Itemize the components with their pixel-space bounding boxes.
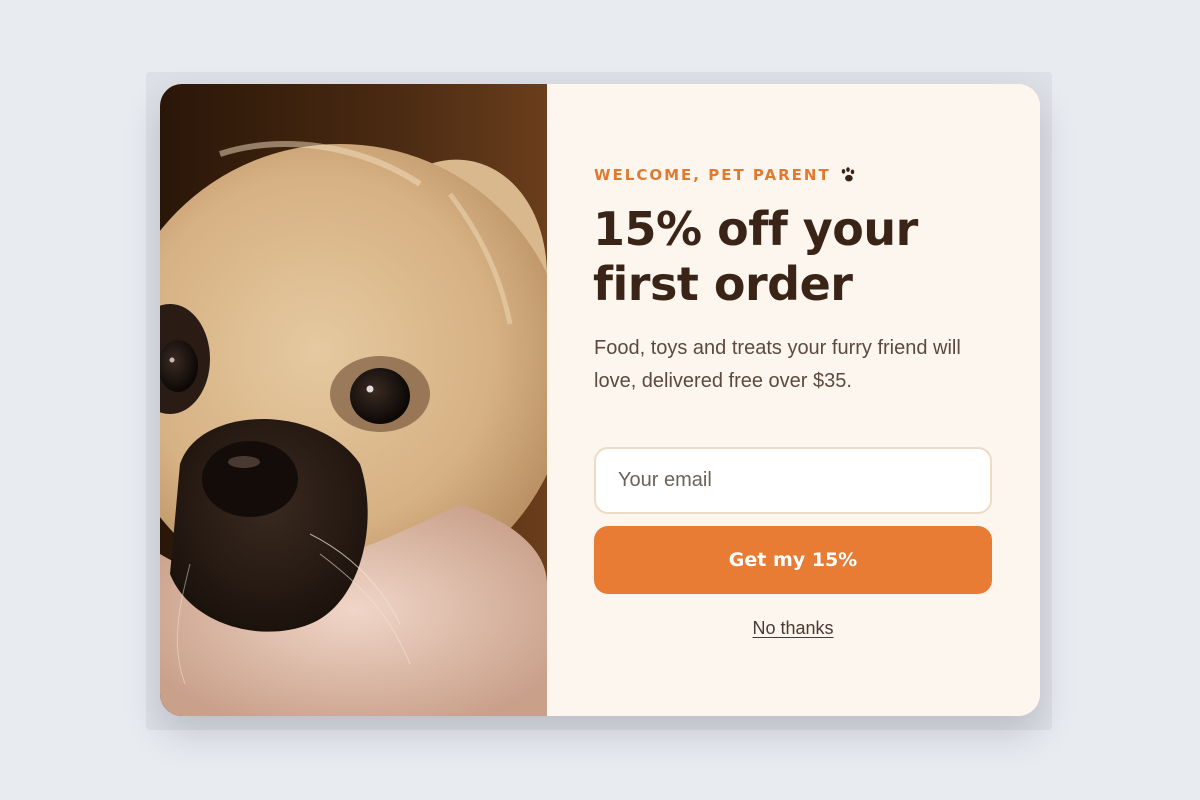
paw-icon [839,166,857,184]
eyebrow: WELCOME, PET PARENT [594,166,857,184]
no-thanks-link[interactable]: No thanks [752,618,833,638]
get-discount-button[interactable]: Get my 15% [594,526,992,594]
signup-content: WELCOME, PET PARENT 15% off your first o… [547,84,1040,716]
body-copy: Food, toys and treats your furry friend … [594,337,961,392]
dog-photo [160,84,547,716]
email-input[interactable] [594,447,992,514]
signup-popup: WELCOME, PET PARENT 15% off your first o… [160,84,1040,716]
dismiss-row: No thanks [594,618,992,639]
headline: 15% off your first order [593,202,918,311]
eyebrow-text: WELCOME, PET PARENT [594,166,831,184]
